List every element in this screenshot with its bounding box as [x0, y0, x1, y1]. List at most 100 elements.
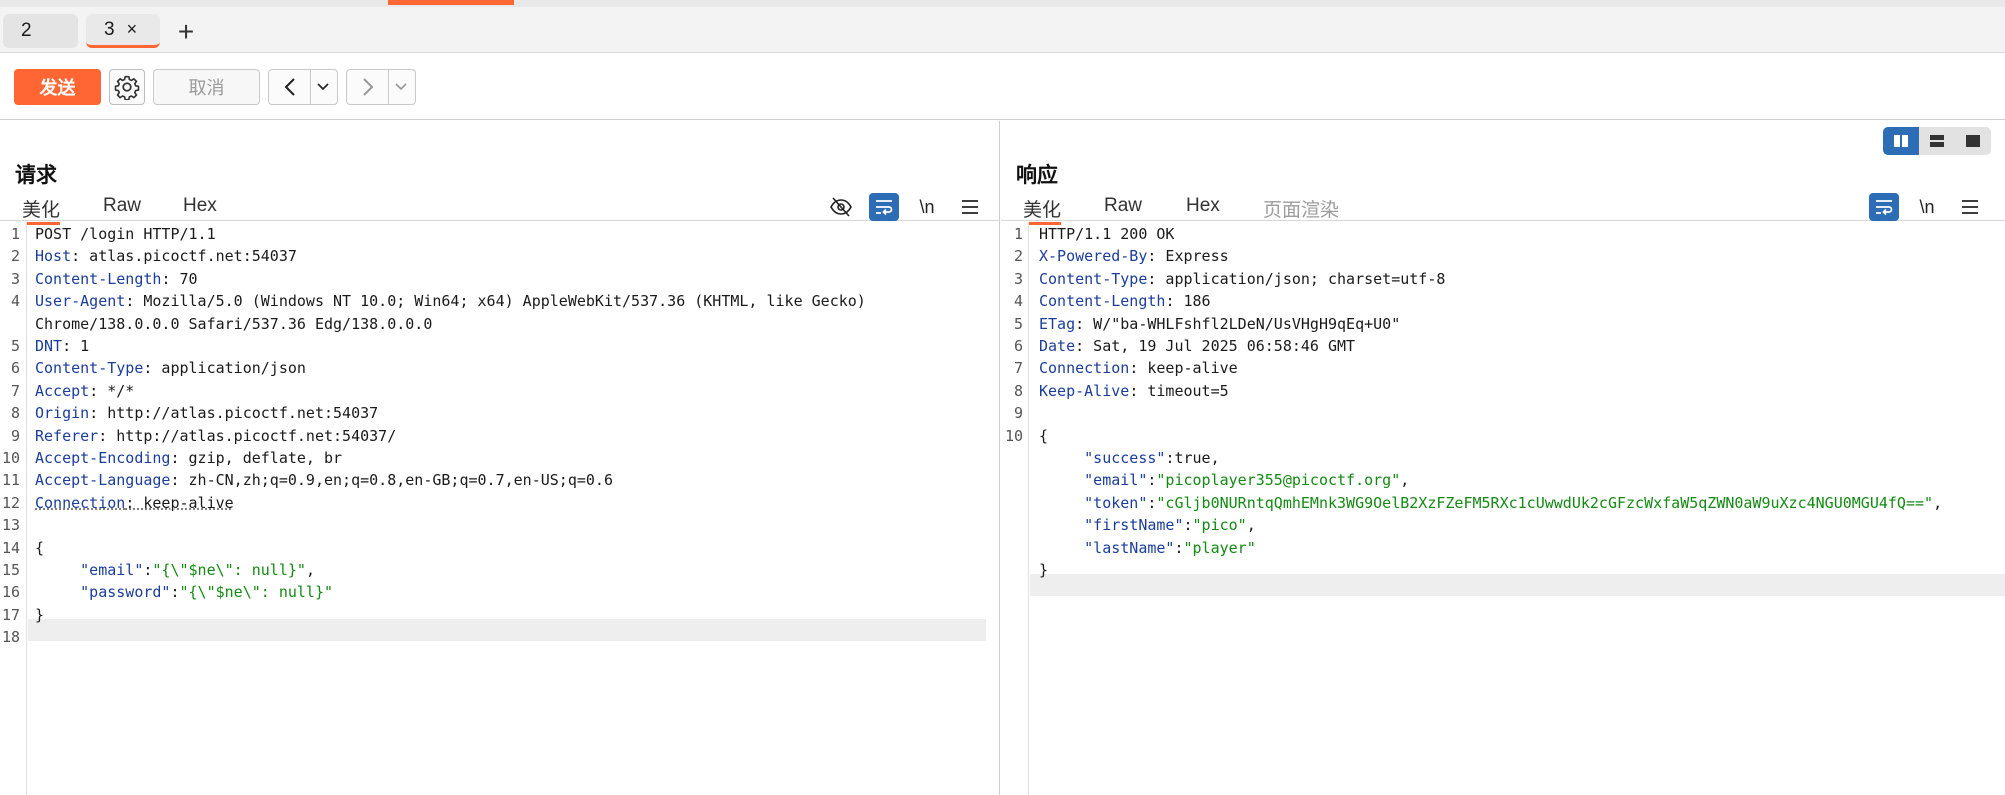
code-line: Content-Type: application/json — [35, 357, 306, 379]
line-number: 2 — [1013, 247, 1023, 266]
code-token: : Mozilla/5.0 (Windows NT 10.0; Win64; x… — [125, 292, 866, 311]
chevron-right-icon — [362, 78, 373, 96]
cancel-button[interactable]: 取消 — [153, 69, 260, 105]
settings-button[interactable] — [109, 69, 145, 105]
top-strip — [0, 0, 2005, 7]
code-line: "success":true, — [1039, 447, 1219, 469]
add-tab-button[interactable]: + — [172, 18, 200, 47]
show-newlines-toggle[interactable]: \n — [912, 193, 942, 221]
code-token: Content-Type — [1039, 269, 1148, 288]
line-number — [1001, 537, 1023, 559]
code-token: Content-Length — [1039, 292, 1166, 311]
layout-side-by-side-button[interactable] — [1883, 127, 1919, 155]
line-number: 6 — [10, 359, 20, 378]
chevron-left-icon — [284, 78, 295, 96]
layout-stacked-button[interactable] — [1919, 127, 1955, 155]
code-line: Date: Sat, 19 Jul 2025 06:58:46 GMT — [1039, 335, 1355, 357]
line-number: 11 — [1, 471, 20, 490]
toolbar: 发送 取消 — [0, 54, 2005, 120]
request-tab-raw[interactable]: Raw — [103, 195, 141, 221]
code-line: Referer: http://atlas.picoctf.net:54037/ — [35, 425, 396, 447]
code-line: X-Powered-By: Express — [1039, 245, 1229, 267]
line-number — [1001, 447, 1023, 469]
code-token: DNT — [35, 337, 63, 355]
code-line: POST /login HTTP/1.1 — [35, 223, 216, 245]
code-token: "lastName" — [1084, 538, 1175, 557]
code-line: Accept: */* — [35, 380, 134, 402]
history-forward-group — [346, 69, 416, 105]
single-pane-icon — [1966, 135, 1980, 147]
response-tab-hex[interactable]: Hex — [1186, 195, 1220, 221]
request-tab-pretty[interactable]: 美化 — [22, 195, 61, 225]
code-line: "token":"cGljb0NURntqQmhEMnk3WG9OelB2XzF… — [1039, 492, 1942, 514]
layout-switcher — [1883, 127, 1991, 155]
forward-dropdown-button[interactable] — [389, 70, 413, 104]
line-number — [1001, 492, 1023, 514]
request-menu-button[interactable] — [955, 193, 985, 221]
layout-single-button[interactable] — [1955, 127, 1991, 155]
response-tab-pretty[interactable]: 美化 — [1023, 195, 1062, 225]
line-number: 9 — [1013, 404, 1023, 423]
code-line: ETag: W/"ba-WHLFshfl2LDeN/UsVHgH9qEq+U0" — [1039, 313, 1400, 335]
line-number — [1001, 514, 1023, 536]
code-line: Accept-Language: zh-CN,zh;q=0.9,en;q=0.8… — [35, 469, 613, 491]
request-editor[interactable]: 1 POST /login HTTP/1.1 2 Host: atlas.picoct… — [0, 222, 999, 795]
close-icon[interactable]: × — [127, 19, 138, 40]
code-line: Host: atlas.picoctf.net:54037 — [35, 245, 297, 267]
code-token: { — [35, 538, 45, 557]
wrap-lines-toggle[interactable] — [869, 193, 899, 221]
code-token: : http://atlas.picoctf.net:54037/ — [98, 426, 397, 445]
code-token: Date — [1039, 337, 1076, 355]
chevron-down-icon — [395, 83, 407, 91]
response-editor[interactable]: 1 HTTP/1.1 200 OK 2 X-Powered-By: Express 3 C… — [1001, 222, 2005, 795]
code-token: "password" — [80, 583, 171, 602]
code-token: : http://atlas.picoctf.net:54037 — [89, 404, 379, 423]
request-tab-hex[interactable]: Hex — [183, 195, 217, 221]
code-token: : Express — [1147, 247, 1229, 266]
send-button[interactable]: 发送 — [14, 69, 101, 105]
forward-button[interactable] — [347, 70, 389, 104]
code-line: } — [1039, 559, 1048, 581]
line-number: 14 — [1, 538, 20, 557]
line-number: 3 — [1013, 269, 1023, 288]
columns-icon — [1894, 135, 1908, 147]
back-button[interactable] — [269, 70, 311, 104]
line-number: 5 — [1013, 314, 1023, 333]
code-token: "player" — [1183, 538, 1256, 557]
hamburger-menu-icon — [1962, 200, 1978, 214]
code-token: HTTP/1.1 200 OK — [1039, 225, 1175, 243]
code-token: , — [1933, 493, 1943, 512]
line-number: 18 — [1, 628, 20, 647]
history-back-group — [268, 69, 338, 105]
code-token: X-Powered-By — [1039, 247, 1148, 266]
response-menu-button[interactable] — [1955, 193, 1985, 221]
code-token: : Sat, 19 Jul 2025 06:58:46 GMT — [1075, 337, 1356, 355]
code-token: Accept-Language — [35, 471, 171, 490]
back-dropdown-button[interactable] — [311, 70, 335, 104]
code-line: Accept-Encoding: gzip, deflate, br — [35, 447, 342, 469]
code-line: } — [35, 604, 44, 626]
code-token: : 186 — [1165, 292, 1211, 311]
gear-icon — [114, 75, 140, 100]
code-token: : — [1174, 538, 1184, 557]
code-token: Origin — [35, 404, 90, 423]
tab-3[interactable]: 3 × — [86, 14, 160, 48]
show-newlines-toggle[interactable]: \n — [1912, 193, 1942, 221]
code-line: HTTP/1.1 200 OK — [1039, 223, 1174, 245]
code-token: , — [305, 561, 315, 579]
line-number: 10 — [1, 449, 20, 467]
top-accent-bar — [388, 0, 514, 5]
line-number: 1 — [1013, 225, 1023, 243]
response-tab-raw[interactable]: Raw — [1104, 195, 1142, 221]
eye-off-icon — [830, 197, 852, 217]
code-line: Connection: keep-alive — [1039, 357, 1238, 379]
code-line: DNT: 1 — [35, 335, 89, 357]
response-tab-render[interactable]: 页面渲染 — [1263, 195, 1339, 221]
code-line: "password":"{\"$ne\": null}" — [35, 581, 333, 603]
tab-2[interactable]: 2 — [3, 14, 78, 48]
wrap-lines-toggle[interactable] — [1869, 193, 1899, 221]
code-token: } — [35, 605, 45, 624]
hide-nonprintable-toggle[interactable] — [826, 193, 856, 221]
